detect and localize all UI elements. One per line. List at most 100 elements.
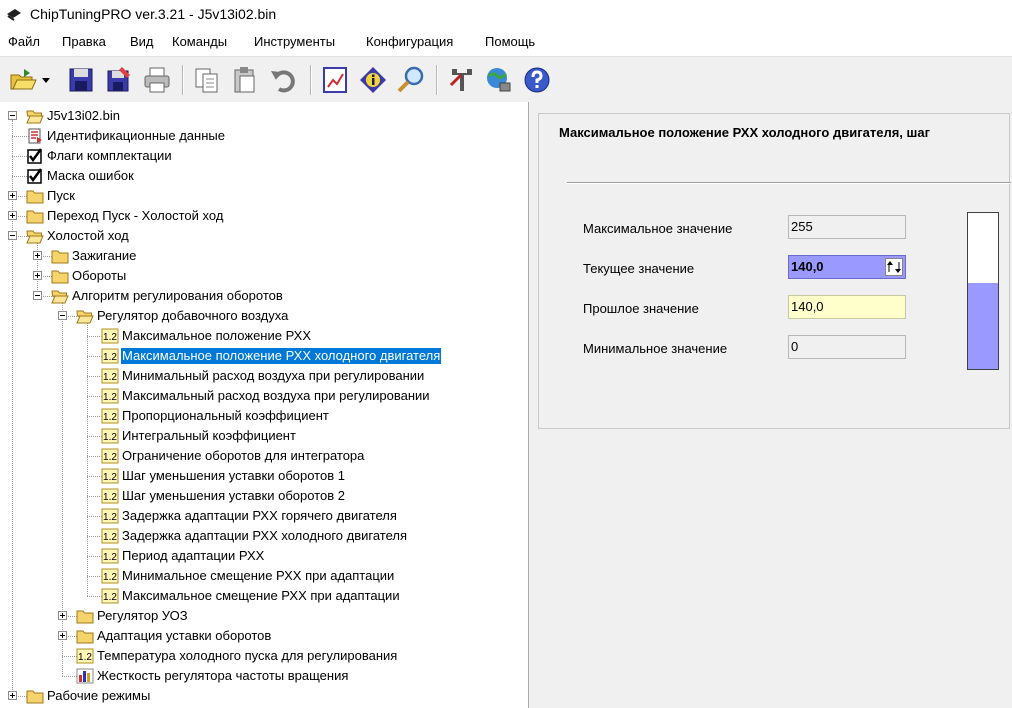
info-icon[interactable] (358, 65, 388, 95)
tree-item[interactable]: Регулятор добавочного воздуха (0, 306, 520, 326)
tree-item[interactable]: 1.2 Минимальное смещение РХХ при адаптаци… (0, 566, 520, 586)
tree-item[interactable]: 1.2 Максимальный расход воздуха при регул… (0, 386, 520, 406)
chart-icon[interactable] (320, 65, 350, 95)
save-icon[interactable] (66, 65, 96, 95)
expand-toggle[interactable] (8, 191, 17, 200)
collapse-toggle[interactable] (8, 111, 17, 120)
tree-item[interactable]: 1.2 Пропорциональный коэффициент (0, 406, 520, 426)
menu-tools[interactable]: Инструменты (254, 34, 335, 49)
num-icon: 1.2 (101, 568, 119, 584)
app-chip-icon (6, 8, 22, 22)
spinner-icon[interactable] (885, 258, 903, 276)
expand-toggle[interactable] (33, 271, 42, 280)
tree-item[interactable]: 1.2 Максимальное смещение РХХ при адаптац… (0, 586, 520, 606)
current-value-text: 140,0 (791, 259, 824, 274)
tree-item[interactable]: Зажигание (0, 246, 520, 266)
tree-item-label: Зажигание (72, 248, 137, 263)
num-icon: 1.2 (76, 648, 94, 664)
tree-item[interactable]: 1.2 Ограничение оборотов для интегратора (0, 446, 520, 466)
menu-view[interactable]: Вид (130, 34, 154, 49)
svg-text:1.2: 1.2 (103, 392, 117, 403)
print-icon[interactable] (142, 65, 172, 95)
tree-item[interactable]: Холостой ход (0, 226, 520, 246)
svg-text:1.2: 1.2 (103, 472, 117, 483)
bars-icon (76, 668, 94, 684)
tree-item-label: Температура холодного пуска для регулиро… (97, 648, 398, 663)
folder-icon (51, 248, 69, 264)
tree-item[interactable]: Рабочие режимы (0, 686, 520, 706)
help-icon[interactable] (522, 65, 552, 95)
collapse-toggle[interactable] (58, 311, 67, 320)
collapse-toggle[interactable] (8, 231, 17, 240)
check-icon (26, 148, 44, 164)
expand-toggle[interactable] (8, 211, 17, 220)
tree-item[interactable]: 1.2 Задержка адаптации РХХ горячего двига… (0, 506, 520, 526)
tree-item[interactable]: 1.2 Период адаптации РХХ (0, 546, 520, 566)
connect-icon[interactable] (484, 65, 514, 95)
open-dropdown-icon[interactable] (38, 65, 54, 95)
expand-toggle[interactable] (33, 251, 42, 260)
expand-toggle[interactable] (8, 691, 17, 700)
tree-item-label: Маска ошибок (47, 168, 134, 183)
expand-toggle[interactable] (58, 611, 67, 620)
menu-file[interactable]: Файл (8, 34, 40, 49)
num-icon: 1.2 (101, 348, 119, 364)
tree-item-label: Шаг уменьшения уставки оборотов 2 (122, 488, 345, 503)
tree-item[interactable]: Адаптация уставки оборотов (0, 626, 520, 646)
parameter-tree[interactable]: J5v13i02.bin Идентификационные данные Флаг… (0, 102, 529, 708)
tree-item[interactable]: 1.2 Задержка адаптации РХХ холодного двиг… (0, 526, 520, 546)
num-icon: 1.2 (101, 328, 119, 344)
menu-help[interactable]: Помощь (485, 34, 535, 49)
tools-icon[interactable] (446, 65, 476, 95)
tree-item-label: Максимальное положение РХХ холодного дви… (119, 347, 443, 365)
menu-edit[interactable]: Правка (62, 34, 106, 49)
tree-item[interactable]: Алгоритм регулирования оборотов (0, 286, 520, 306)
save-as-icon[interactable] (104, 65, 134, 95)
open-icon[interactable] (8, 65, 38, 95)
tree-item[interactable]: Переход Пуск - Холостой ход (0, 206, 520, 226)
svg-text:1.2: 1.2 (103, 512, 117, 523)
svg-text:1.2: 1.2 (103, 572, 117, 583)
folder-icon (26, 208, 44, 224)
tree-item[interactable]: Жесткость регулятора частоты вращения (0, 666, 520, 686)
tree-item[interactable]: 1.2 Шаг уменьшения уставки оборотов 1 (0, 466, 520, 486)
tree-item[interactable]: 1.2 Интегральный коэффициент (0, 426, 520, 446)
tree-item[interactable]: Флаги комплектации (0, 146, 520, 166)
svg-text:1.2: 1.2 (78, 652, 92, 663)
tree-item[interactable]: Идентификационные данные (0, 126, 520, 146)
title-divider (567, 182, 1011, 184)
toolbar-separator (182, 65, 184, 95)
previous-value-label: Прошлое значение (583, 301, 699, 316)
search-icon[interactable] (396, 65, 426, 95)
tree-item[interactable]: Обороты (0, 266, 520, 286)
num-icon: 1.2 (101, 468, 119, 484)
window-title: ChipTuningPRO ver.3.21 - J5v13i02.bin (30, 6, 277, 22)
menu-bar: Файл Правка Вид Команды Инструменты Конф… (0, 31, 1012, 53)
tree-root-label: J5v13i02.bin (47, 108, 120, 123)
tree-item[interactable]: 1.2 Максимальное положение РХХ (0, 326, 520, 346)
menu-commands[interactable]: Команды (172, 34, 227, 49)
current-value-input[interactable]: 140,0 (788, 255, 906, 279)
menu-configuration[interactable]: Конфигурация (366, 34, 453, 49)
num-icon: 1.2 (101, 588, 119, 604)
tree-item-label: Максимальное смещение РХХ при адаптации (122, 588, 400, 603)
tree-item[interactable]: 1.2 Температура холодного пуска для регул… (0, 646, 520, 666)
tree-item[interactable]: Маска ошибок (0, 166, 520, 186)
copy-icon[interactable] (192, 65, 222, 95)
collapse-toggle[interactable] (33, 291, 42, 300)
tree-root[interactable]: J5v13i02.bin (0, 106, 520, 126)
paste-icon[interactable] (230, 65, 260, 95)
tree-item-label: Период адаптации РХХ (122, 548, 265, 563)
tree-item-label: Ограничение оборотов для интегратора (122, 448, 365, 463)
folder-icon (26, 188, 44, 204)
previous-value-field: 140,0 (788, 295, 906, 319)
num-icon: 1.2 (101, 368, 119, 384)
tree-item[interactable]: Пуск (0, 186, 520, 206)
expand-toggle[interactable] (58, 631, 67, 640)
tree-item[interactable]: 1.2 Шаг уменьшения уставки оборотов 2 (0, 486, 520, 506)
title-bar: ChipTuningPRO ver.3.21 - J5v13i02.bin (0, 0, 1012, 30)
tree-item[interactable]: 1.2 Максимальное положение РХХ холодного … (0, 346, 520, 366)
tree-item[interactable]: 1.2 Минимальный расход воздуха при регули… (0, 366, 520, 386)
undo-icon[interactable] (268, 65, 298, 95)
tree-item[interactable]: Регулятор УОЗ (0, 606, 520, 626)
